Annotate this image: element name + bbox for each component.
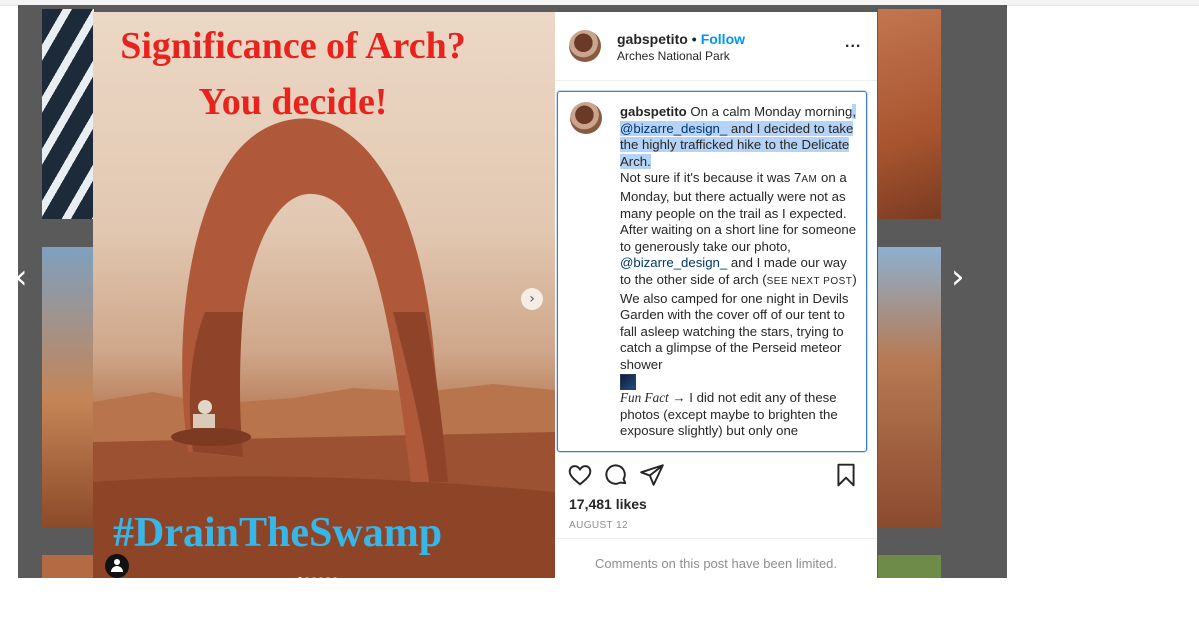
grid-thumbnail[interactable] bbox=[42, 9, 94, 219]
header-username-row: gabspetito • Follow bbox=[617, 31, 745, 47]
bookmark-icon[interactable] bbox=[833, 462, 859, 493]
caption-segment: ) bbox=[852, 271, 857, 287]
chevron-left-icon: ‹ bbox=[14, 257, 28, 297]
carousel-dot bbox=[305, 577, 309, 578]
next-post-button[interactable]: › bbox=[951, 260, 965, 294]
post-header: gabspetito • Follow Arches National Park .… bbox=[555, 12, 877, 81]
caption-username[interactable]: gabspetito bbox=[620, 104, 687, 119]
header-username[interactable]: gabspetito bbox=[617, 31, 688, 47]
carousel-dot bbox=[319, 577, 323, 578]
comments-section: Comments on this post have been limited. bbox=[555, 538, 877, 578]
carousel-dot bbox=[312, 577, 316, 578]
location-link[interactable]: Arches National Park bbox=[617, 49, 730, 63]
caption-segment: Not sure if it's because it was 7 bbox=[620, 170, 802, 186]
previous-post-button[interactable]: ‹ bbox=[14, 260, 28, 294]
avatar[interactable] bbox=[569, 30, 601, 62]
overlay-title-line2: You decide! bbox=[198, 81, 388, 123]
post-date: AUGUST 12 bbox=[569, 520, 628, 531]
heart-icon[interactable] bbox=[567, 462, 593, 493]
comment-icon[interactable] bbox=[603, 462, 629, 493]
caption-segment: On a calm Monday morning bbox=[690, 104, 853, 119]
mention-link[interactable]: @bizarre_design_ bbox=[620, 121, 727, 136]
grid-thumbnail[interactable] bbox=[42, 247, 94, 527]
grid-thumbnail[interactable] bbox=[42, 555, 94, 578]
chevron-right-icon: › bbox=[951, 257, 965, 297]
caption-scroll-area[interactable]: gabspetito On a calm Monday morning, @bi… bbox=[557, 91, 867, 452]
caption-segment: AM bbox=[801, 174, 818, 186]
action-bar bbox=[567, 462, 867, 488]
carousel-dot bbox=[333, 577, 337, 578]
night-sky-emoji-icon bbox=[620, 374, 636, 391]
chevron-right-icon: › bbox=[529, 291, 535, 307]
overlay-hashtag: #DrainTheSwamp bbox=[113, 510, 443, 556]
carousel-dot bbox=[326, 577, 330, 578]
overlay-title-line1: Significance of Arch? bbox=[120, 25, 466, 67]
caption-segment: We also camped for one night in Devils G… bbox=[620, 290, 849, 372]
more-icon[interactable]: ... bbox=[845, 34, 861, 52]
caption-avatar[interactable] bbox=[570, 102, 602, 134]
caption-segment: SEE NEXT POST bbox=[766, 275, 853, 287]
share-icon[interactable] bbox=[639, 462, 665, 493]
caption-text: gabspetito On a calm Monday morning, @bi… bbox=[620, 104, 858, 440]
arrow-icon: → bbox=[672, 390, 686, 406]
carousel-dot bbox=[298, 577, 302, 578]
caption-segment: , bbox=[852, 104, 857, 119]
separator-dot: • bbox=[691, 31, 697, 47]
grid-thumbnail[interactable] bbox=[878, 9, 941, 219]
grid-thumbnail[interactable] bbox=[878, 555, 941, 578]
mention-link[interactable]: @bizarre_design_ bbox=[620, 255, 727, 270]
user-tag-icon[interactable] bbox=[105, 554, 129, 578]
post-modal: Significance of Arch? You decide! #Drain… bbox=[93, 12, 877, 578]
likes-count[interactable]: 17,481 likes bbox=[569, 496, 647, 512]
follow-button[interactable]: Follow bbox=[701, 31, 745, 47]
post-sidebar: gabspetito • Follow Arches National Park .… bbox=[555, 12, 877, 578]
grid-thumbnail[interactable] bbox=[878, 247, 941, 527]
comments-limited-notice: Comments on this post have been limited. bbox=[594, 556, 838, 571]
post-photo: Significance of Arch? You decide! #Drain… bbox=[93, 12, 555, 578]
carousel-next-button[interactable]: › bbox=[521, 288, 543, 310]
fun-fact-label: Fun Fact bbox=[620, 390, 669, 406]
carousel-dots bbox=[298, 568, 340, 578]
